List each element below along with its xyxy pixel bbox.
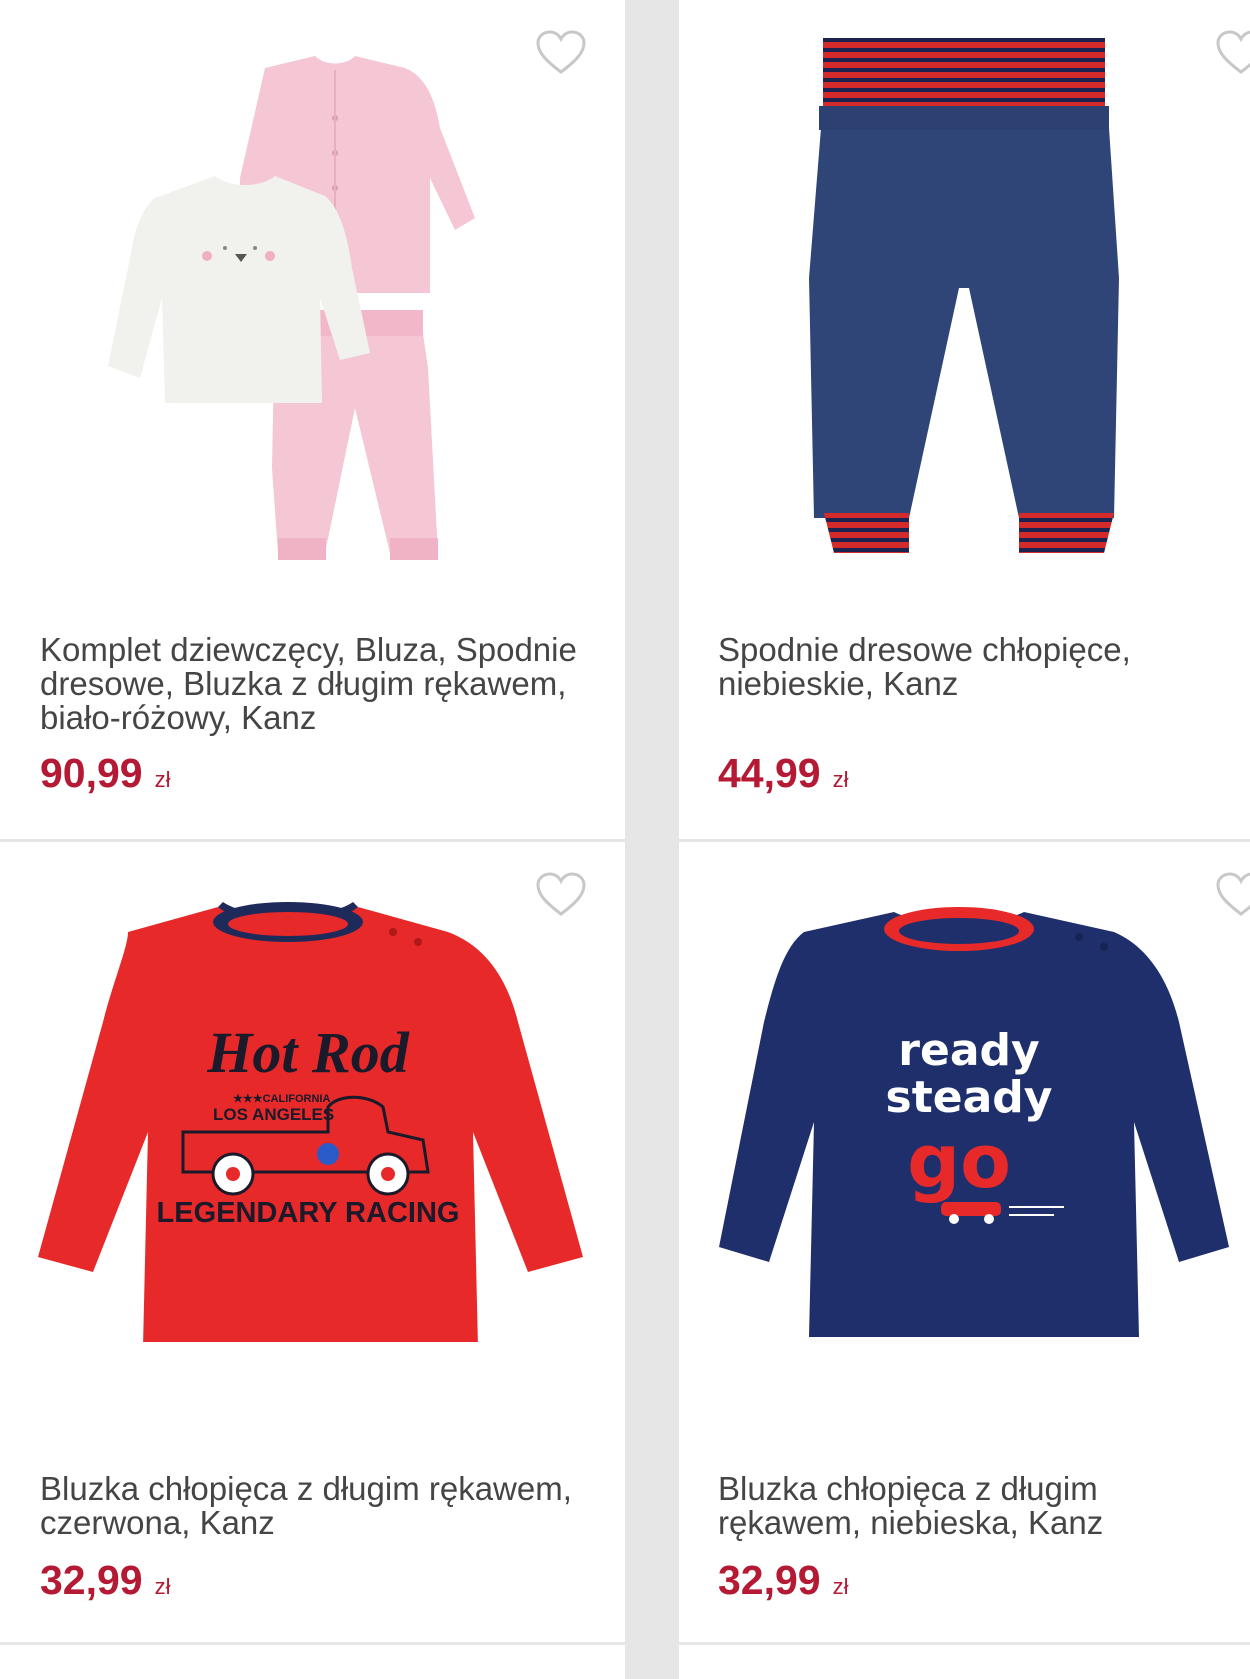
currency-label: zł xyxy=(832,767,849,792)
price-value: 44,99 xyxy=(718,750,821,796)
print-text: steady xyxy=(886,1072,1053,1123)
print-text: Hot Rod xyxy=(206,1020,409,1085)
price-value: 32,99 xyxy=(718,1557,821,1603)
product-price: 32,99 zł xyxy=(40,1557,171,1610)
currency-label: zł xyxy=(154,1574,171,1599)
product-card[interactable]: Spodnie dresowe chłopięce, niebieskie, K… xyxy=(679,0,1250,839)
product-title[interactable]: Spodnie dresowe chłopięce, niebieskie, K… xyxy=(718,633,1238,701)
heart-outline-icon[interactable] xyxy=(1215,30,1250,76)
price-value: 32,99 xyxy=(40,1557,143,1603)
product-price: 44,99 zł xyxy=(718,750,849,803)
print-text: ★★★CALIFORNIA xyxy=(233,1093,330,1105)
product-title[interactable]: Komplet dziewczęcy, Bluza, Spodnie dreso… xyxy=(40,633,580,735)
sweatpants-image[interactable] xyxy=(809,38,1119,558)
product-title[interactable]: Bluzka chłopięca z długim rękawem, niebi… xyxy=(718,1472,1238,1540)
currency-label: zł xyxy=(154,767,171,792)
print-text: ready xyxy=(898,1025,1039,1076)
print-text: LEGENDARY RACING xyxy=(157,1197,460,1229)
girls-set-image[interactable] xyxy=(100,48,530,598)
print-text: go xyxy=(907,1119,1011,1205)
navy-shirt-image[interactable]: ready steady go xyxy=(719,907,1229,1337)
product-title[interactable]: Bluzka chłopięca z długim rękawem, czerw… xyxy=(40,1472,580,1540)
heart-outline-icon[interactable] xyxy=(535,30,587,76)
product-card[interactable]: ready steady go Bluzka chłopięca z długi… xyxy=(679,842,1250,1642)
product-price: 90,99 zł xyxy=(40,750,171,803)
currency-label: zł xyxy=(832,1574,849,1599)
product-card-partial[interactable] xyxy=(0,1645,625,1679)
print-text: LOS ANGELES xyxy=(213,1105,334,1124)
product-card-partial[interactable] xyxy=(679,1645,1250,1679)
price-value: 90,99 xyxy=(40,750,143,796)
red-shirt-image[interactable]: Hot Rod ★★★CALIFORNIA LOS ANGELES LEGEND… xyxy=(38,902,588,1342)
product-card[interactable]: Hot Rod ★★★CALIFORNIA LOS ANGELES LEGEND… xyxy=(0,842,625,1642)
product-price: 32,99 zł xyxy=(718,1557,849,1610)
product-card[interactable]: Komplet dziewczęcy, Bluza, Spodnie dreso… xyxy=(0,0,625,839)
